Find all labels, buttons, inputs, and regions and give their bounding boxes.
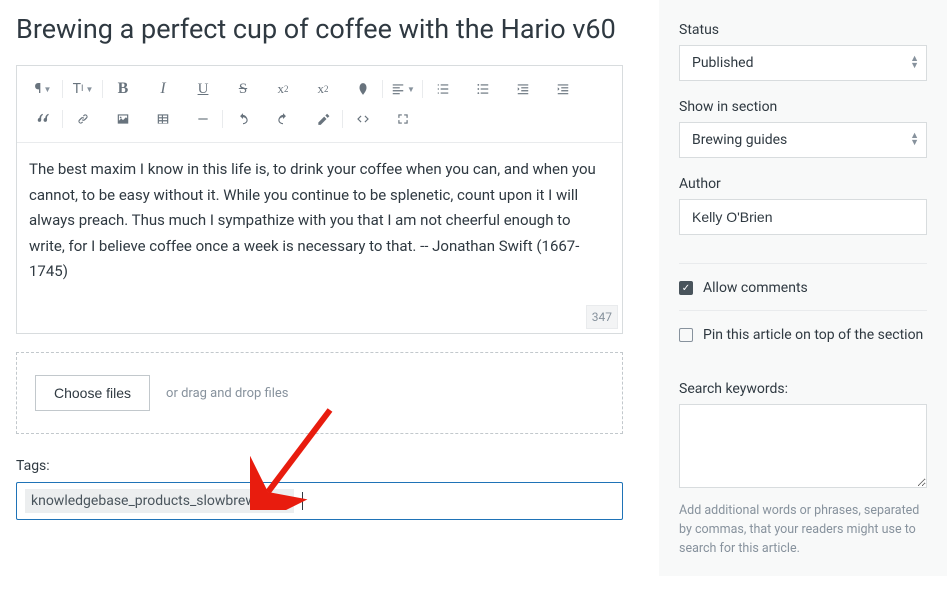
word-count: 347 xyxy=(586,305,618,329)
keywords-label: Search keywords: xyxy=(679,381,927,397)
tags-input[interactable]: knowledgebase_products_slowbrewers × xyxy=(16,482,623,520)
section-select[interactable]: Brewing guides xyxy=(679,122,927,158)
redo-button[interactable] xyxy=(263,104,303,134)
file-dropzone[interactable]: Choose files or drag and drop files xyxy=(16,352,623,434)
image-button[interactable] xyxy=(103,104,143,134)
indent-button[interactable] xyxy=(543,74,583,104)
table-button[interactable] xyxy=(143,104,183,134)
subscript-button[interactable]: x2 xyxy=(263,74,303,104)
choose-files-button[interactable]: Choose files xyxy=(35,375,150,411)
sidebar: Status Published ▲▼ Show in section Brew… xyxy=(659,0,947,576)
bold-button[interactable]: B xyxy=(103,74,143,104)
author-label: Author xyxy=(679,176,927,192)
hr-button[interactable] xyxy=(183,104,223,134)
ordered-list-button[interactable] xyxy=(423,74,463,104)
link-button[interactable] xyxy=(63,104,103,134)
author-field[interactable] xyxy=(679,199,927,235)
italic-button[interactable]: I xyxy=(143,74,183,104)
status-select[interactable]: Published xyxy=(679,45,927,81)
code-view-button[interactable] xyxy=(343,104,383,134)
page-title: Brewing a perfect cup of coffee with the… xyxy=(16,12,623,47)
pin-article-checkbox[interactable]: Pin this article on top of the section xyxy=(679,327,927,343)
allow-comments-checkbox[interactable]: ✓ Allow comments xyxy=(679,280,927,296)
divider xyxy=(679,310,927,311)
dropzone-hint: or drag and drop files xyxy=(166,386,288,401)
text-color-button[interactable] xyxy=(343,74,383,104)
editor-content[interactable]: The best maxim I know in this life is, t… xyxy=(17,143,622,333)
text-cursor xyxy=(302,492,303,510)
strikethrough-button[interactable]: S xyxy=(223,74,263,104)
editor-toolbar: ¶▼ TI▼ B I U S x2 x2 ▼ xyxy=(17,66,622,143)
status-label: Status xyxy=(679,22,927,38)
section-label: Show in section xyxy=(679,99,927,115)
divider xyxy=(679,263,927,264)
tag-chip: knowledgebase_products_slowbrewers × xyxy=(25,489,294,513)
tag-text: knowledgebase_products_slowbrewers xyxy=(31,493,275,509)
outdent-button[interactable] xyxy=(503,74,543,104)
checkbox-icon xyxy=(679,328,693,342)
superscript-button[interactable]: x2 xyxy=(303,74,343,104)
blockquote-button[interactable] xyxy=(23,104,63,134)
paragraph-format-dropdown[interactable]: ¶▼ xyxy=(23,74,63,104)
allow-comments-label: Allow comments xyxy=(703,280,808,296)
align-dropdown[interactable]: ▼ xyxy=(383,74,423,104)
font-size-dropdown[interactable]: TI▼ xyxy=(63,74,103,104)
unordered-list-button[interactable] xyxy=(463,74,503,104)
checkbox-icon: ✓ xyxy=(679,281,693,295)
undo-button[interactable] xyxy=(223,104,263,134)
keywords-textarea[interactable] xyxy=(679,404,927,488)
clear-format-button[interactable] xyxy=(303,104,343,134)
fullscreen-button[interactable] xyxy=(383,104,423,134)
keywords-help: Add additional words or phrases, separat… xyxy=(679,502,927,558)
editor: ¶▼ TI▼ B I U S x2 x2 ▼ xyxy=(16,65,623,334)
tags-label: Tags: xyxy=(16,458,623,474)
pin-article-label: Pin this article on top of the section xyxy=(703,327,923,343)
underline-button[interactable]: U xyxy=(183,74,223,104)
editor-text: The best maxim I know in this life is, t… xyxy=(29,160,596,280)
remove-tag-button[interactable]: × xyxy=(281,494,288,509)
